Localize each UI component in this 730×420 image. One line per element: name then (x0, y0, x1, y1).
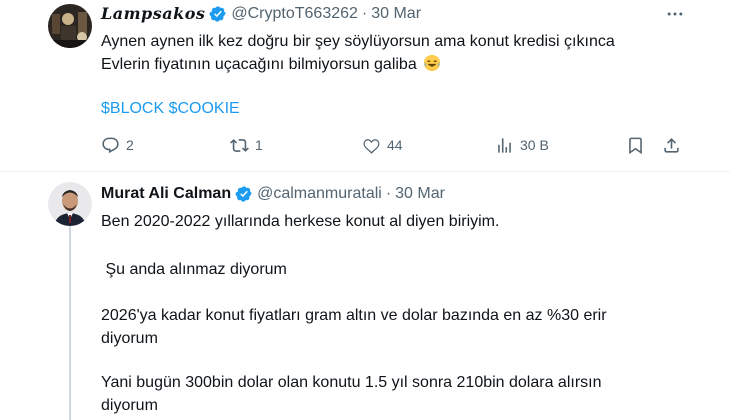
views-count: 30 B (520, 137, 549, 153)
repost-button[interactable]: 1 (230, 134, 263, 156)
tweet-paragraph: Yani bugün 300bin dolar olan konutu 1.5 … (101, 374, 602, 391)
tweet-header: Lampsakos @CryptoT663262 · 30 Mar (101, 4, 421, 24)
bookmark-icon (629, 137, 642, 154)
cashtags-link[interactable]: $BLOCK $COOKIE (101, 97, 701, 120)
reply-count: 2 (126, 137, 134, 153)
tweet-header: Murat Ali Calman @calmanmuratali · 30 Ma… (101, 184, 445, 204)
tweet-lampsakos[interactable]: Lampsakos @CryptoT663262 · 30 Mar Aynen … (0, 0, 730, 172)
tweet-paragraph: Şu anda alınmaz diyorum (101, 261, 287, 278)
reply-icon (102, 137, 119, 153)
repost-count: 1 (255, 137, 263, 153)
tweet-date[interactable]: 30 Mar (371, 4, 421, 24)
tweet-paragraph: Ben 2020-2022 yıllarında herkese konut a… (101, 213, 500, 230)
tweet-text-fragment: Evlerin fiyatının uçacağını bilmiyorsun … (101, 56, 417, 73)
thread-connector-line (69, 226, 71, 420)
author-handle[interactable]: @CryptoT663262 (231, 4, 358, 24)
tweet-murat-ali-calman[interactable]: Murat Ali Calman @calmanmuratali · 30 Ma… (0, 172, 730, 420)
tweet-paragraph: diyorum (101, 330, 158, 347)
verified-badge-icon (235, 185, 253, 203)
avatar-murat-ali-calman[interactable] (48, 182, 92, 226)
tweet-date[interactable]: 30 Mar (395, 184, 445, 204)
separator-dot: · (361, 5, 368, 22)
repost-icon (230, 138, 249, 152)
more-icon[interactable] (664, 4, 686, 24)
like-icon (363, 138, 380, 154)
author-handle[interactable]: @calmanmuratali (257, 184, 382, 204)
like-count: 44 (387, 137, 403, 153)
reply-button[interactable]: 2 (101, 134, 134, 156)
tweet-paragraph: 2026'ya kadar konut fiyatları gram altın… (101, 307, 607, 324)
verified-badge-icon (209, 5, 227, 23)
laughing-tears-emoji (423, 54, 441, 72)
avatar-lampsakos[interactable] (48, 4, 92, 48)
tweet-text-line: Evlerin fiyatının uçacağını bilmiyorsun … (101, 53, 701, 76)
tweet-actions: 2 1 44 30 B (101, 134, 681, 156)
like-button[interactable]: 44 (362, 134, 403, 156)
author-name[interactable]: Murat Ali Calman (101, 184, 231, 204)
bookmark-button[interactable] (626, 134, 645, 156)
tweet-text-line: Aynen aynen ilk kez doğru bir şey söylüy… (101, 33, 615, 50)
share-button[interactable] (662, 134, 681, 156)
author-name[interactable]: Lampsakos (101, 4, 205, 24)
tweet-paragraph: diyorum (101, 397, 158, 414)
views-icon (498, 137, 511, 153)
share-icon (664, 137, 679, 153)
separator-dot: · (385, 185, 392, 202)
views-button[interactable]: 30 B (495, 134, 549, 156)
